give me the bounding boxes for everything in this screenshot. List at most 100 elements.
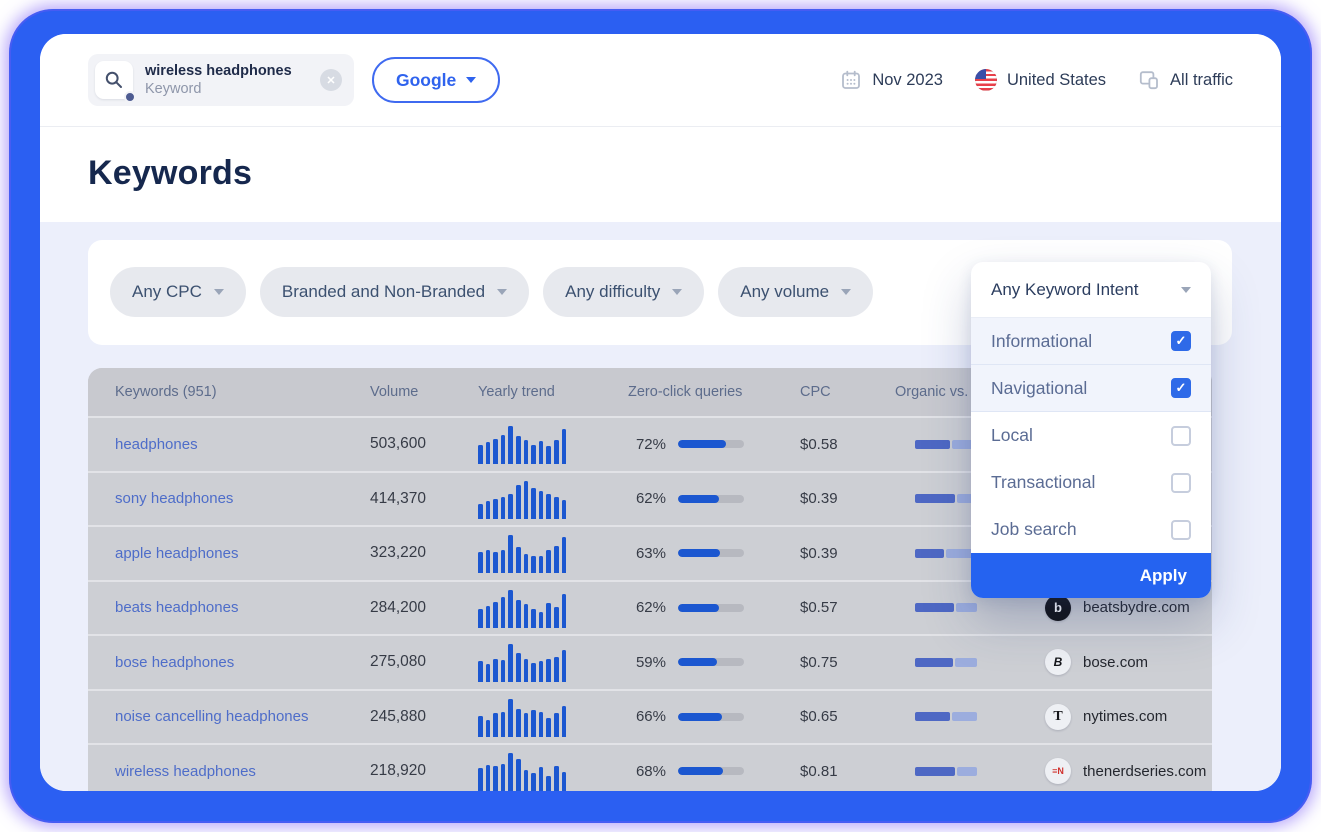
- trend-bar: [493, 499, 498, 519]
- us-flag-icon: [975, 69, 997, 91]
- checkbox-unchecked[interactable]: [1171, 520, 1191, 540]
- keyword-intent-trigger[interactable]: Any Keyword Intent: [971, 262, 1211, 318]
- trend-chart: [478, 533, 570, 573]
- cpc-cell: $0.81: [793, 763, 878, 780]
- trend-bar: [493, 713, 498, 737]
- cpc-cell: $0.75: [793, 654, 878, 671]
- trend-bar: [516, 653, 521, 682]
- search-engine-selector[interactable]: Google: [372, 57, 500, 103]
- chevron-down-icon: [841, 289, 851, 295]
- chevron-down-icon: [672, 289, 682, 295]
- domain-name: thenerdseries.com: [1083, 763, 1206, 780]
- trend-bar: [501, 597, 506, 627]
- search-chip-text: wireless headphones Keyword: [145, 62, 292, 98]
- app-card: wireless headphones Keyword ✕ Google: [40, 34, 1281, 791]
- organic-paid-bar: [915, 440, 977, 449]
- filter-pill-any-difficulty[interactable]: Any difficulty: [543, 267, 704, 317]
- trend-bar: [486, 442, 491, 464]
- zero-click-value: 72%: [628, 436, 666, 453]
- paid-segment: [957, 767, 977, 776]
- zero-click-value: 63%: [628, 545, 666, 562]
- intent-option-navigational[interactable]: Navigational✓: [971, 365, 1211, 412]
- keyword-cell: beats headphones: [88, 599, 370, 616]
- trend-bar: [493, 602, 498, 628]
- domain-cell: Tnytimes.com: [1023, 704, 1212, 730]
- trend-bar: [493, 552, 498, 573]
- cpc-value: $0.75: [793, 654, 838, 671]
- keyword-link[interactable]: beats headphones: [88, 599, 238, 616]
- trend-bar: [524, 481, 529, 519]
- keyword-link[interactable]: sony headphones: [88, 490, 233, 507]
- keyword-cell: bose headphones: [88, 654, 370, 671]
- trend-bar: [516, 485, 521, 518]
- intent-option-informational[interactable]: Informational✓: [971, 318, 1211, 365]
- checkbox-unchecked[interactable]: [1171, 473, 1191, 493]
- keyword-link[interactable]: bose headphones: [88, 654, 234, 671]
- trend-bar: [501, 497, 506, 519]
- intent-option-job-search[interactable]: Job search: [971, 506, 1211, 553]
- trend-bar: [508, 535, 513, 573]
- trend-bar: [508, 494, 513, 519]
- country-selector[interactable]: United States: [975, 69, 1106, 91]
- search-icon: [95, 61, 133, 99]
- filter-pill-label: Any CPC: [132, 282, 202, 302]
- organic-paid-bar: [915, 549, 977, 558]
- trend-bar: [546, 550, 551, 574]
- search-keyword-type-label: Keyword: [145, 80, 292, 98]
- volume-cell: 275,080: [370, 653, 478, 671]
- filter-pill-label: Branded and Non-Branded: [282, 282, 485, 302]
- trend-chart: [478, 697, 570, 737]
- keyword-link[interactable]: headphones: [88, 436, 198, 453]
- cpc-value: $0.81: [793, 763, 838, 780]
- domain-favicon: B: [1045, 649, 1071, 675]
- trend-bar: [539, 712, 544, 737]
- trend-bar: [562, 594, 567, 628]
- keyword-link[interactable]: apple headphones: [88, 545, 238, 562]
- filter-pill-any-volume[interactable]: Any volume: [718, 267, 873, 317]
- organic-paid-bar: [915, 712, 977, 721]
- filter-pill-label: Any difficulty: [565, 282, 660, 302]
- keyword-cell: noise cancelling headphones: [88, 708, 370, 725]
- trend-bar: [508, 590, 513, 628]
- intent-option-local[interactable]: Local: [971, 412, 1211, 459]
- calendar-icon: [840, 69, 862, 91]
- checkbox-checked[interactable]: ✓: [1171, 331, 1191, 351]
- intent-option-transactional[interactable]: Transactional: [971, 459, 1211, 506]
- traffic-selector[interactable]: All traffic: [1138, 69, 1233, 91]
- checkbox-checked[interactable]: ✓: [1171, 378, 1191, 398]
- clear-keyword-button[interactable]: ✕: [320, 69, 342, 91]
- trend-bar: [539, 441, 544, 464]
- organic-paid-bar: [915, 767, 977, 776]
- keyword-link[interactable]: noise cancelling headphones: [88, 708, 308, 725]
- engine-label: Google: [396, 70, 456, 91]
- trend-bar: [501, 764, 506, 791]
- trend-bar: [478, 609, 483, 628]
- trend-bar: [562, 650, 567, 683]
- cpc-value: $0.39: [793, 545, 838, 562]
- trend-bar: [539, 491, 544, 518]
- cpc-value: $0.65: [793, 708, 838, 725]
- zero-click-cell: 62%: [628, 599, 793, 616]
- trend-bar: [493, 439, 498, 464]
- trend-bar: [501, 660, 506, 682]
- trend-bar: [516, 600, 521, 627]
- organic-segment: [915, 494, 955, 503]
- keyword-link[interactable]: wireless headphones: [88, 763, 256, 780]
- trend-bar: [508, 753, 513, 791]
- organic-paid-bar: [915, 494, 977, 503]
- filter-pill-any-cpc[interactable]: Any CPC: [110, 267, 246, 317]
- trend-bar: [554, 440, 559, 464]
- zero-click-bar: [678, 604, 744, 612]
- intent-option-label: Local: [991, 425, 1033, 446]
- keyword-search-chip[interactable]: wireless headphones Keyword ✕: [88, 54, 354, 106]
- table-row: noise cancelling headphones245,88066%$0.…: [88, 689, 1212, 744]
- trend-bar: [546, 776, 551, 791]
- apply-button[interactable]: Apply: [971, 553, 1211, 598]
- date-selector[interactable]: Nov 2023: [840, 69, 943, 91]
- trend-bar: [554, 607, 559, 628]
- zero-click-bar-fill: [678, 658, 717, 666]
- zero-click-value: 59%: [628, 654, 666, 671]
- checkbox-unchecked[interactable]: [1171, 426, 1191, 446]
- filter-pill-branded-and-non-branded[interactable]: Branded and Non-Branded: [260, 267, 529, 317]
- trend-cell: [478, 479, 628, 519]
